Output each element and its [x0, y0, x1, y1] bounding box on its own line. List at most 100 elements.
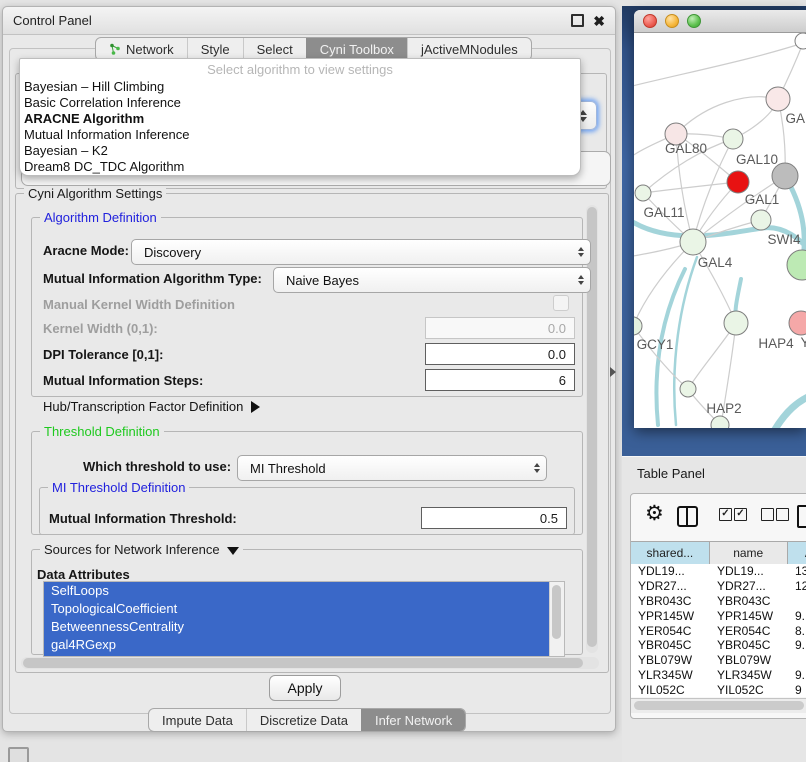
- tab-label: Network: [126, 42, 174, 57]
- chevron-updown-icon: [534, 463, 540, 473]
- dpi-tolerance-label: DPI Tolerance [0,1]:: [43, 347, 163, 362]
- kernel-width-field: 0.0: [425, 317, 575, 339]
- table-row[interactable]: YLR345WYLR345W9.: [631, 668, 806, 683]
- table-cell: YPR145W: [631, 609, 710, 623]
- table-cell: YBR043C: [631, 594, 710, 608]
- network-node-gal1[interactable]: [727, 171, 749, 193]
- column-layout-icon[interactable]: [677, 506, 698, 527]
- which-threshold-label: Which threshold to use:: [83, 459, 231, 474]
- tab-infer-network[interactable]: Infer Network: [361, 709, 465, 731]
- table-cell: YER054C: [631, 624, 710, 638]
- network-node-hap2[interactable]: [680, 381, 696, 397]
- network-canvas[interactable]: GALGAL80GAL10GAL1GAL11SWI4GAL4GCY1HAP4YH…: [634, 33, 806, 428]
- table-cell: 9.: [788, 609, 806, 623]
- panel-splitter-handle[interactable]: [610, 367, 616, 377]
- mi-type-label: Mutual Information Algorithm Type:: [43, 271, 262, 286]
- apply-button[interactable]: Apply: [269, 675, 341, 701]
- window-close-icon[interactable]: ✖: [593, 14, 605, 28]
- node-label: HAP2: [706, 401, 741, 416]
- checked-checkbox-icon[interactable]: ✓: [719, 508, 732, 521]
- minimize-button[interactable]: [665, 14, 679, 28]
- which-threshold-select[interactable]: MI Threshold: [237, 455, 547, 481]
- algorithm-option[interactable]: Dream8 DC_TDC Algorithm: [20, 159, 580, 175]
- attribute-item[interactable]: TopologicalCoefficient: [44, 600, 549, 618]
- unchecked-checkbox-icon[interactable]: [761, 508, 774, 521]
- algorithm-option[interactable]: Bayesian – Hill Climbing: [20, 79, 580, 95]
- table-cell: YBR045C: [710, 638, 788, 652]
- node-label: GAL1: [745, 192, 780, 207]
- tab-discretize-data[interactable]: Discretize Data: [246, 709, 361, 731]
- network-node[interactable]: [795, 33, 806, 49]
- node-label: GCY1: [637, 337, 674, 352]
- network-node-gal10[interactable]: [723, 129, 743, 149]
- network-node[interactable]: [787, 250, 806, 280]
- kernel-width-value: 0.0: [548, 321, 566, 336]
- table-header-row: shared...nameA: [631, 541, 806, 565]
- table-body: YDL19...YDL19...13YDR27...YDR27...12YBR0…: [631, 564, 806, 697]
- attribute-item[interactable]: BetweennessCentrality: [44, 618, 549, 636]
- table-cell: YDR27...: [710, 579, 788, 593]
- network-node-gal[interactable]: [766, 87, 790, 111]
- settings-horizontal-scrollbar[interactable]: [21, 657, 599, 669]
- algorithm-option[interactable]: Bayesian – K2: [20, 143, 580, 159]
- table-row[interactable]: YIL052CYIL052C9: [631, 682, 806, 697]
- tab-impute-data[interactable]: Impute Data: [149, 709, 246, 731]
- table-row[interactable]: YER054CYER054C8.: [631, 623, 806, 638]
- table-row[interactable]: YPR145WYPR145W9.: [631, 608, 806, 623]
- checked-checkbox-icon[interactable]: ✓: [734, 508, 747, 521]
- table-horizontal-scrollbar[interactable]: [631, 698, 806, 713]
- data-attributes-label: Data Attributes: [37, 567, 130, 582]
- tab-style[interactable]: Style: [187, 38, 243, 60]
- document-icon[interactable]: [797, 505, 806, 528]
- table-row[interactable]: YDL19...YDL19...13: [631, 564, 806, 579]
- algorithm-option[interactable]: Basic Correlation Inference: [20, 95, 580, 111]
- gear-icon[interactable]: ⚙: [645, 503, 664, 524]
- network-node-hap4[interactable]: [724, 311, 748, 335]
- unchecked-checkbox-icon[interactable]: [776, 508, 789, 521]
- network-edge: [676, 97, 778, 134]
- algorithm-option[interactable]: Mutual Information Inference: [20, 127, 580, 143]
- aracne-mode-select[interactable]: Discovery: [131, 239, 591, 265]
- attribute-item[interactable]: SelfLoops: [44, 582, 549, 600]
- attribute-item[interactable]: gal4RGexp: [44, 636, 549, 654]
- network-node-gal11[interactable]: [635, 185, 651, 201]
- mi-type-select[interactable]: Naive Bayes: [273, 267, 591, 293]
- tab-label: Cyni Toolbox: [320, 42, 394, 57]
- algorithm-option[interactable]: ARACNE Algorithm: [20, 111, 580, 127]
- floating-panel-icon[interactable]: [8, 747, 29, 762]
- data-attributes-list[interactable]: SelfLoopsTopologicalCoefficientBetweenne…: [43, 581, 565, 657]
- hub-definition-toggle[interactable]: Hub/Transcription Factor Definition: [43, 399, 260, 414]
- network-node-swi4[interactable]: [751, 210, 771, 230]
- mi-steps-field[interactable]: 6: [425, 369, 575, 391]
- network-node-y[interactable]: [789, 311, 806, 335]
- network-node-gcy1[interactable]: [634, 317, 642, 335]
- dpi-tolerance-field[interactable]: 0.0: [425, 343, 575, 365]
- mi-steps-value: 6: [559, 373, 566, 388]
- tab-network[interactable]: Network: [96, 38, 187, 60]
- window-float-icon[interactable]: [571, 14, 584, 27]
- table-cell: YIL052C: [710, 683, 788, 697]
- table-column-header[interactable]: name: [710, 542, 788, 564]
- attributes-scrollbar[interactable]: [549, 582, 564, 656]
- close-button[interactable]: [643, 14, 657, 28]
- table-row[interactable]: YDR27...YDR27...12: [631, 579, 806, 594]
- mi-threshold-group-title: MI Threshold Definition: [48, 480, 189, 495]
- network-node-gal4[interactable]: [680, 229, 706, 255]
- tab-jactivemnodules[interactable]: jActiveMNodules: [407, 38, 531, 60]
- tab-select[interactable]: Select: [243, 38, 306, 60]
- table-cell: YDL19...: [710, 564, 788, 578]
- manual-kernel-checkbox[interactable]: [553, 295, 569, 311]
- zoom-button[interactable]: [687, 14, 701, 28]
- sources-group-title[interactable]: Sources for Network Inference: [40, 542, 243, 557]
- network-edge: [634, 43, 803, 87]
- algorithm-definition-title: Algorithm Definition: [40, 210, 161, 225]
- table-row[interactable]: YBL079WYBL079W: [631, 653, 806, 668]
- aracne-mode-label: Aracne Mode:: [43, 243, 129, 258]
- table-cell: YLR345W: [631, 668, 710, 682]
- tab-cyni-toolbox[interactable]: Cyni Toolbox: [306, 38, 407, 60]
- mi-threshold-field[interactable]: 0.5: [421, 507, 567, 529]
- table-row[interactable]: YBR045CYBR045C9.: [631, 638, 806, 653]
- table-column-header[interactable]: A: [788, 542, 806, 564]
- table-row[interactable]: YBR043CYBR043C: [631, 594, 806, 609]
- table-column-header[interactable]: shared...: [631, 542, 710, 564]
